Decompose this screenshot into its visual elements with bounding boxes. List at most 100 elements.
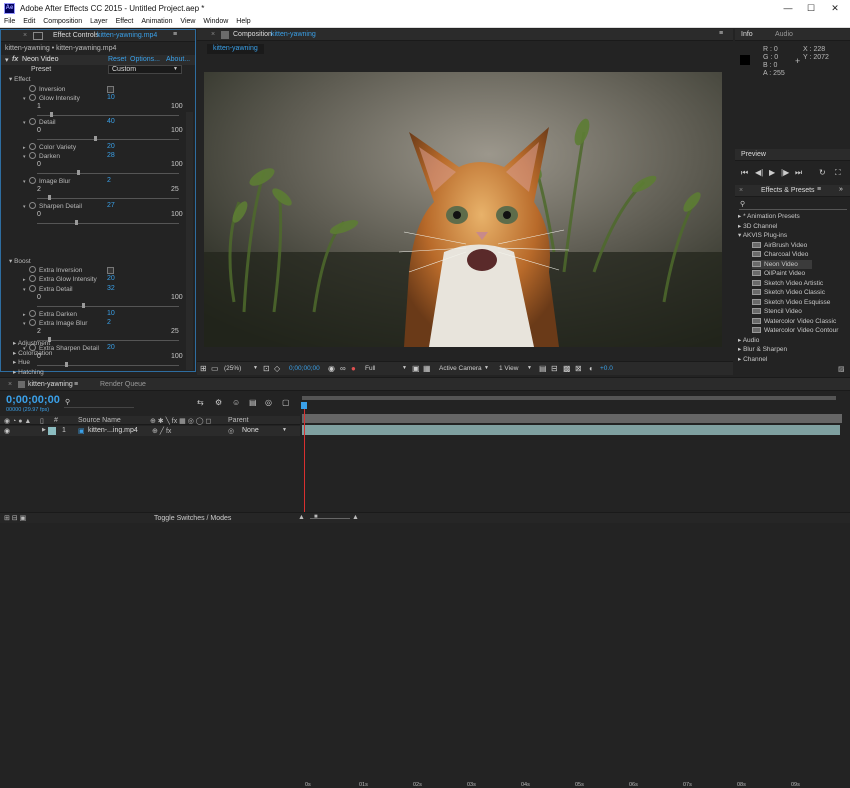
tab-info[interactable]: Info — [741, 31, 753, 38]
param-slider[interactable] — [37, 198, 179, 199]
camera-dropdown[interactable]: Active Camera — [439, 365, 482, 372]
playhead-line[interactable] — [304, 403, 305, 521]
param-value[interactable]: 32 — [107, 285, 115, 292]
disclosure-closed-icon[interactable]: ▶ — [42, 427, 46, 433]
preview-icon[interactable]: ▭ — [211, 365, 219, 373]
effects-item-blur-sharpen[interactable]: ▸ Blur & Sharpen — [738, 345, 787, 355]
effects-item-channel[interactable]: ▸ Channel — [738, 355, 767, 365]
param-darken[interactable]: ▾ Darken — [23, 152, 60, 161]
chevron-down-icon[interactable]: ▼ — [484, 365, 489, 371]
comp-mini-flowchart-icon[interactable]: ⇆ — [197, 399, 204, 407]
exposure-icon[interactable]: ◐ — [589, 365, 594, 373]
stopwatch-icon[interactable] — [29, 94, 36, 101]
param-value[interactable]: 20 — [107, 275, 115, 282]
group-adjustment[interactable]: ▸ Adjustment — [13, 339, 50, 348]
new-folder-icon[interactable]: ▨ — [838, 365, 845, 373]
effects-item-audio[interactable]: ▸ Audio — [738, 336, 759, 346]
region-icon[interactable]: ▣ — [412, 365, 420, 373]
stopwatch-icon[interactable] — [29, 285, 36, 292]
parent-value[interactable]: None — [242, 427, 259, 434]
menu-file[interactable]: File — [4, 17, 15, 27]
stopwatch-icon[interactable] — [29, 275, 36, 282]
loop-icon[interactable]: ↻ — [819, 169, 826, 177]
tab-preview[interactable]: Preview — [741, 151, 766, 158]
play-icon[interactable]: ▶ — [769, 169, 775, 177]
effects-item-sketch-video-artistic[interactable]: Sketch Video Artistic — [752, 279, 823, 289]
slider-knob[interactable] — [49, 112, 53, 117]
param-color-variety[interactable]: ▸ Color Variety — [23, 143, 76, 152]
boost-group-label[interactable]: ▾ Boost — [9, 257, 31, 266]
zoom-dropdown[interactable]: (25%) — [224, 365, 241, 372]
layer-switches[interactable]: ⊕ ╱ fx — [152, 427, 171, 435]
effects-item-sketch-video-esquisse[interactable]: Sketch Video Esquisse — [752, 298, 830, 308]
timeline-timecode[interactable]: 0;00;00;00 — [6, 394, 60, 406]
playhead-handle[interactable] — [301, 402, 307, 409]
menu-effect[interactable]: Effect — [116, 17, 134, 27]
motion-blur-icon[interactable]: ◎ — [265, 399, 272, 407]
stopwatch-icon[interactable] — [29, 177, 36, 184]
effects-item-sketch-video-classic[interactable]: Sketch Video Classic — [752, 288, 825, 298]
param-extra-image-blur[interactable]: ▾ Extra Image Blur — [23, 319, 87, 328]
camera-icon[interactable]: ◉ — [328, 365, 335, 373]
param-value[interactable]: 2 — [107, 177, 111, 184]
tab-composition-name[interactable]: kitten-yawning — [271, 31, 316, 38]
effects-item-akvis-plug-ins[interactable]: ▾ AKVIS Plug-ins — [738, 231, 787, 241]
close-tab-icon[interactable]: × — [8, 381, 12, 388]
param-image-blur[interactable]: ▾ Image Blur — [23, 177, 70, 186]
tab-timeline-comp[interactable]: kitten-yawning — [28, 381, 73, 388]
param-slider[interactable] — [37, 340, 179, 341]
tab-audio[interactable]: Audio — [775, 31, 793, 38]
stopwatch-icon[interactable] — [29, 202, 36, 209]
param-value[interactable]: 20 — [107, 344, 115, 351]
comp-subtab[interactable]: kitten-yawning — [207, 44, 264, 54]
param-glow-intensity[interactable]: ▾ Glow Intensity — [23, 94, 80, 103]
param-inversion[interactable]: Inversion — [23, 85, 65, 94]
zoom-out-icon[interactable]: ▲ — [298, 514, 305, 521]
expand-icon[interactable]: » — [839, 186, 843, 193]
col-source-name[interactable]: Source Name — [78, 417, 121, 424]
comp-viewer[interactable] — [204, 72, 722, 347]
resolution-dropdown[interactable]: Full — [365, 365, 375, 372]
param-value[interactable]: 27 — [107, 202, 115, 209]
slider-knob[interactable] — [65, 362, 69, 367]
menu-window[interactable]: Window — [203, 17, 228, 27]
first-frame-icon[interactable]: ⏮ — [741, 169, 748, 177]
slider-knob[interactable] — [93, 136, 97, 141]
checkbox[interactable] — [107, 86, 114, 93]
slider-knob[interactable] — [48, 195, 52, 200]
toggle-pixel-icon[interactable]: ▤ — [539, 365, 547, 373]
stopwatch-icon[interactable] — [29, 310, 36, 317]
effects-item-watercolor-video-contour[interactable]: Watercolor Video Contour — [752, 326, 838, 336]
next-frame-icon[interactable]: |▶ — [781, 169, 789, 177]
zoom-in-icon[interactable]: ▲ — [352, 514, 359, 521]
checkbox[interactable] — [107, 267, 114, 274]
effects-item-charcoal-video[interactable]: Charcoal Video — [752, 250, 808, 260]
param-slider[interactable] — [37, 306, 179, 307]
param-extra-detail[interactable]: ▾ Extra Detail — [23, 285, 73, 294]
tab-composition[interactable]: Composition — [233, 31, 272, 38]
link-icon[interactable]: ∞ — [340, 365, 346, 373]
panel-menu-icon[interactable]: ≡ — [817, 186, 821, 193]
exposure-value[interactable]: +0.0 — [600, 365, 613, 372]
param-slider[interactable] — [37, 365, 179, 366]
fullscreen-icon[interactable]: ⛶ — [835, 169, 841, 177]
group-hue[interactable]: ▸ Hue — [13, 358, 30, 367]
param-value[interactable]: 28 — [107, 152, 115, 159]
zoom-slider-knob[interactable]: ■ — [314, 514, 318, 520]
param-extra-inversion[interactable]: Extra Inversion — [23, 266, 82, 275]
label-color-swatch[interactable] — [48, 427, 56, 435]
effects-item-3d-channel[interactable]: ▸ 3D Channel — [738, 222, 777, 232]
param-value[interactable]: 40 — [107, 118, 115, 125]
param-value[interactable]: 10 — [107, 94, 115, 101]
param-value[interactable]: 10 — [107, 310, 115, 317]
shy-icon[interactable]: ☺ — [232, 399, 240, 407]
stopwatch-icon[interactable] — [29, 319, 36, 326]
slider-knob[interactable] — [75, 220, 79, 225]
layer-duration-bar[interactable] — [302, 425, 840, 435]
stopwatch-icon[interactable] — [29, 118, 36, 125]
col-parent[interactable]: Parent — [228, 417, 249, 424]
last-frame-icon[interactable]: ⏭ — [795, 169, 802, 177]
panel-menu-icon[interactable]: ≡ — [719, 30, 723, 37]
toggle-switches-modes[interactable]: Toggle Switches / Modes — [154, 515, 231, 522]
timeline-icon[interactable]: ⊠ — [575, 365, 582, 373]
